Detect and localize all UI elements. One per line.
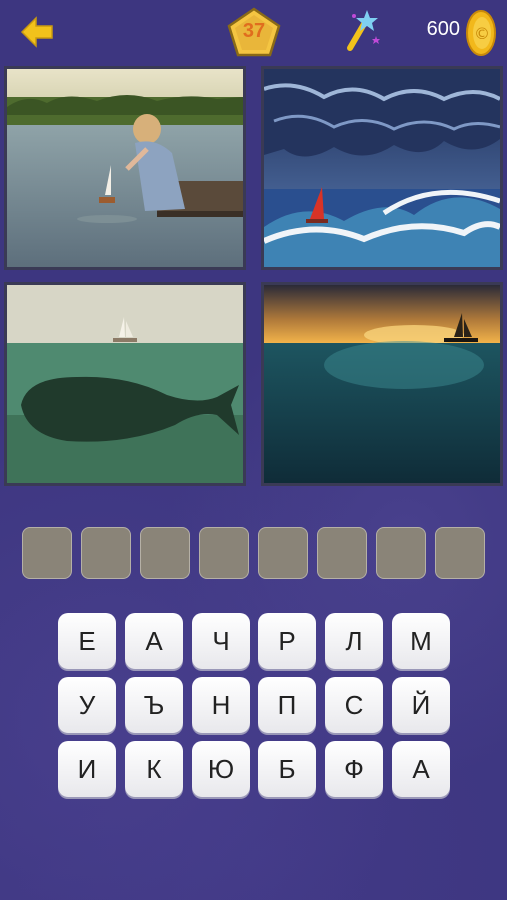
letter-key[interactable]: А	[125, 613, 183, 669]
answer-slot[interactable]	[317, 527, 367, 579]
letter-key[interactable]: С	[325, 677, 383, 733]
letter-key[interactable]: Й	[392, 677, 450, 733]
coin-icon: ©	[466, 10, 496, 56]
letter-key[interactable]: И	[58, 741, 116, 797]
svg-text:©: ©	[474, 24, 490, 43]
answer-slot[interactable]	[140, 527, 190, 579]
letter-key[interactable]: Н	[192, 677, 250, 733]
picture-grid	[4, 66, 503, 490]
letter-key[interactable]: М	[392, 613, 450, 669]
level-number: 37	[242, 20, 266, 42]
answer-slot[interactable]	[22, 527, 72, 579]
answer-slot[interactable]	[81, 527, 131, 579]
arrow-left-icon	[20, 16, 53, 48]
letter-key[interactable]: Ф	[325, 741, 383, 797]
letter-key[interactable]: Е	[58, 613, 116, 669]
picture-sunset-sea-boat[interactable]	[261, 282, 503, 486]
letter-key[interactable]: А	[392, 741, 450, 797]
letter-key[interactable]: Ю	[192, 741, 250, 797]
letter-key[interactable]: Л	[325, 613, 383, 669]
answer-slots	[22, 527, 486, 581]
picture-stormy-sea-boat[interactable]	[261, 66, 503, 270]
level-badge: 37	[226, 6, 282, 58]
letter-keyboard: Е А Ч Р Л М У Ъ Н П С Й И К Ю Б Ф А	[58, 613, 450, 801]
letter-key[interactable]: Б	[258, 741, 316, 797]
letter-key[interactable]: Ч	[192, 613, 250, 669]
hint-button[interactable]	[340, 8, 384, 54]
picture-girl-toy-boat[interactable]	[4, 66, 246, 270]
answer-slot[interactable]	[435, 527, 485, 579]
coin-count: 600	[426, 18, 460, 40]
letter-key[interactable]: П	[258, 677, 316, 733]
letter-key[interactable]: К	[125, 741, 183, 797]
letter-key[interactable]: Р	[258, 613, 316, 669]
magic-wand-icon	[347, 10, 380, 51]
coin-button[interactable]: ©	[466, 10, 496, 56]
picture-whale-under-boat[interactable]	[4, 282, 246, 486]
answer-slot[interactable]	[376, 527, 426, 579]
answer-slot[interactable]	[258, 527, 308, 579]
top-bar: 37 600 ©	[0, 0, 507, 62]
back-button[interactable]	[18, 12, 58, 52]
letter-key[interactable]: Ъ	[125, 677, 183, 733]
answer-slot[interactable]	[199, 527, 249, 579]
letter-key[interactable]: У	[58, 677, 116, 733]
